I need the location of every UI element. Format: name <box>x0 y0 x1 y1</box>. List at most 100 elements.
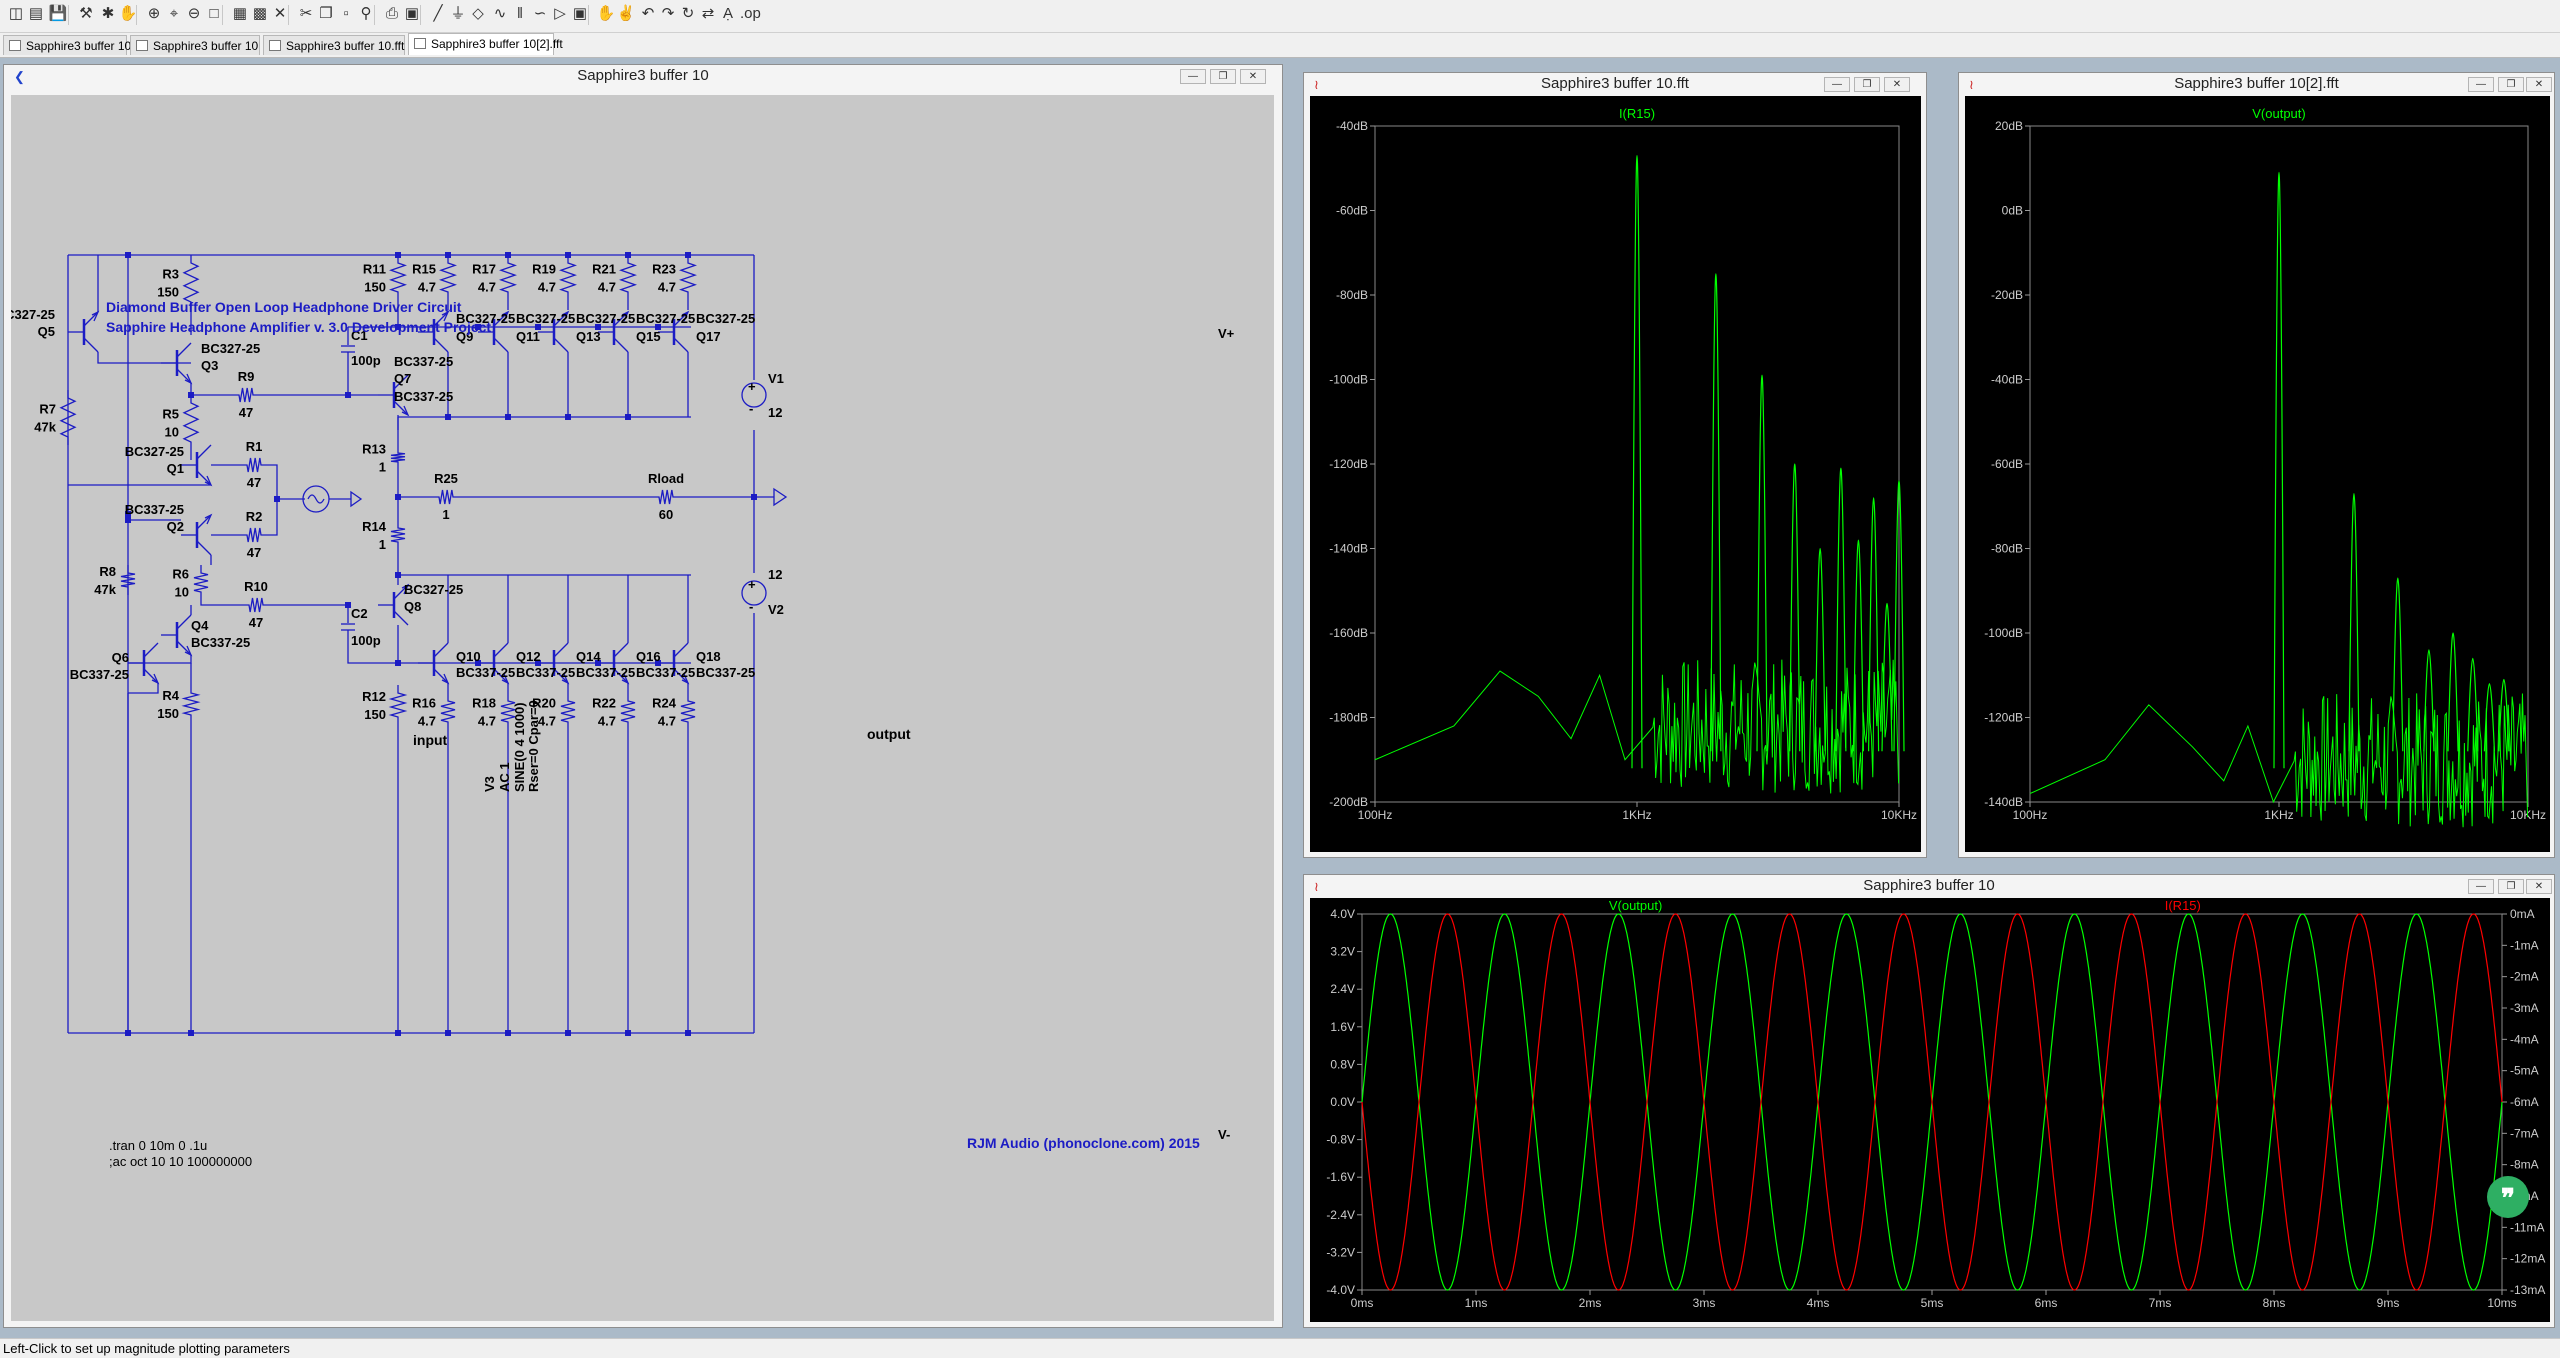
resistor-r24-name: R24 <box>652 696 677 711</box>
source-v3-sine <box>307 494 325 504</box>
transistor-q18-model: BC337-25 <box>696 665 755 680</box>
junction-dot <box>395 660 401 666</box>
transistor-q13-model: BC327-25 <box>576 311 635 326</box>
x-tick-label: 9ms <box>2377 1296 2400 1310</box>
transistor-q13-name: Q13 <box>576 329 601 344</box>
window-title: Sapphire3 buffer 10 <box>577 67 709 84</box>
transistor-q15-model: BC327-25 <box>636 311 695 326</box>
print-icon[interactable]: ⎙ <box>382 4 402 24</box>
transistor-q1-model: BC327-25 <box>125 444 184 459</box>
schematic-drawing[interactable]: +-V112+-12V2R747kR847kQ5BC327-25R3150Q3B… <box>0 95 1274 1321</box>
restore-button[interactable]: ❐ <box>1854 77 1880 92</box>
ground-icon[interactable]: ⏚ <box>448 4 468 24</box>
paste-icon[interactable]: ▫ <box>336 4 356 24</box>
copy-icon[interactable]: ❐ <box>316 4 336 24</box>
diode-icon[interactable]: ▷ <box>550 4 570 24</box>
cut-icon[interactable]: ✂ <box>296 4 316 24</box>
tab-schematic-2[interactable]: Sapphire3 buffer 10 <box>130 35 260 55</box>
cascade-icon[interactable]: ▩ <box>250 4 270 24</box>
zoom-out-icon[interactable]: ⊖ <box>184 4 204 24</box>
restore-button[interactable]: ❐ <box>2498 77 2524 92</box>
wire-icon[interactable]: ╱ <box>428 4 448 24</box>
component-icon[interactable]: ▣ <box>570 4 590 24</box>
save-icon[interactable]: 💾 <box>48 4 68 24</box>
y-tick-label: -80dB <box>1336 288 1368 302</box>
supply-v2-minus: - <box>749 599 753 614</box>
supply-v2-plus: + <box>748 577 756 592</box>
resistor-r24 <box>680 693 696 730</box>
minimize-button[interactable]: — <box>1824 77 1850 92</box>
resistor-r19-value: 4.7 <box>538 280 556 295</box>
schematic-window[interactable]: ❮ Sapphire3 buffer 10 — ❐ ✕ + - V1 12 + -12 V2… <box>0 64 1283 1328</box>
redo-icon[interactable]: ↷ <box>658 4 678 24</box>
resistor-r18-name: R18 <box>472 696 496 711</box>
spice-directive-icon[interactable]: .op <box>740 4 761 24</box>
junction-dot <box>395 572 401 578</box>
label-icon[interactable]: ◇ <box>468 4 488 24</box>
resistor-r20 <box>560 693 576 730</box>
fft-plot-1[interactable]: -40dB -60dB -80dB -100dB -120dB -140dB -160dB -… <box>1310 96 1921 852</box>
fft-plot-2[interactable]: 20dB 0dB -20dB -40dB -60dB -80dB -100dB -120dB -… <box>1965 96 2550 852</box>
capacitor-icon[interactable]: ‖ <box>510 4 530 24</box>
transient-window[interactable]: ≀ Sapphire3 buffer 10 — ❐ ✕ 4.0V 3.2V 2.4V… <box>1303 874 2555 1328</box>
close-window-icon[interactable]: ✕ <box>270 4 290 24</box>
zoom-fit-icon[interactable]: □ <box>204 4 224 24</box>
resistor-r14 <box>390 520 406 550</box>
text-icon[interactable]: Ạ <box>718 4 738 24</box>
minimize-button[interactable]: — <box>2468 879 2494 894</box>
fft-window-1[interactable]: ≀ Sapphire3 buffer 10.fft — ❐ ✕ -40dB -60… <box>1303 72 1927 858</box>
new-schematic-icon[interactable]: ◫ <box>6 4 26 24</box>
tab-schematic-1[interactable]: Sapphire3 buffer 10 <box>3 35 131 55</box>
x-tick-label: 1ms <box>1465 1296 1488 1310</box>
resistor-r25 <box>431 489 461 505</box>
find-icon[interactable]: ⚲ <box>356 4 376 24</box>
resistor-icon[interactable]: ∿ <box>490 4 510 24</box>
zoom-in-icon[interactable]: ⊕ <box>144 4 164 24</box>
transistor-lead-q1 <box>196 470 212 486</box>
resistor-r9-name: R9 <box>238 369 255 384</box>
supply-v1-plus: + <box>748 379 756 394</box>
halt-icon[interactable]: ✋ <box>118 4 138 24</box>
close-button[interactable]: ✕ <box>2526 77 2552 92</box>
mirror-icon[interactable]: ⇄ <box>698 4 718 24</box>
print-preview-icon[interactable]: ▣ <box>402 4 422 24</box>
schematic-canvas[interactable]: +-V112+-12V2R747kR847kQ5BC327-25R3150Q3B… <box>0 95 1274 1321</box>
chat-bubble-button[interactable]: ❞ <box>2487 1176 2529 1218</box>
transient-chart[interactable]: 4.0V 3.2V 2.4V 1.6V 0.8V 0.0V -0.8V -1.6V -2.4V -… <box>1310 898 2550 1322</box>
control-panel-icon[interactable]: ⚒ <box>76 4 96 24</box>
junction-dot <box>125 517 131 523</box>
minimize-button[interactable]: — <box>1180 69 1206 84</box>
fft-window-2[interactable]: ≀ Sapphire3 buffer 10[2].fft — ❐ ✕ 20dB 0… <box>1958 72 2555 858</box>
y-left-tick-label: -2.4V <box>1326 1208 1355 1222</box>
fft-chart-2[interactable]: 20dB 0dB -20dB -40dB -60dB -80dB -100dB -120dB -… <box>1965 96 2550 852</box>
undo-icon[interactable]: ↶ <box>638 4 658 24</box>
y-right-tick-label: -7mA <box>2510 1126 2539 1140</box>
x-tick-label: 5ms <box>1921 1296 1944 1310</box>
restore-button[interactable]: ❐ <box>2498 879 2524 894</box>
tile-icon[interactable]: ▦ <box>230 4 250 24</box>
transistor-q7-name: Q7 <box>394 371 411 386</box>
inductor-icon[interactable]: ∽ <box>530 4 550 24</box>
plot-frame <box>2029 125 2529 803</box>
fft-chart-1[interactable]: -40dB -60dB -80dB -100dB -120dB -140dB -160dB -… <box>1310 96 1921 852</box>
transient-plot[interactable]: 4.0V 3.2V 2.4V 1.6V 0.8V 0.0V -0.8V -1.6V -2.4V -… <box>1310 898 2550 1322</box>
zoom-pan-icon[interactable]: ⌖ <box>164 4 184 24</box>
rotate-icon[interactable]: ↻ <box>678 4 698 24</box>
junction-dot <box>125 252 131 258</box>
restore-button[interactable]: ❐ <box>1210 69 1236 84</box>
run-icon[interactable]: ✱ <box>98 4 118 24</box>
tab-fft-2[interactable]: Sapphire3 buffer 10[2].fft <box>408 33 563 55</box>
close-button[interactable]: ✕ <box>1240 69 1266 84</box>
close-button[interactable]: ✕ <box>1884 77 1910 92</box>
y-right-tick-label: -3mA <box>2510 1001 2539 1015</box>
y-left-tick-label: 0.0V <box>1330 1095 1355 1109</box>
minimize-button[interactable]: — <box>2468 77 2494 92</box>
transistor-lead-q11 <box>493 337 509 353</box>
resistor-r10-name: R10 <box>244 579 268 594</box>
move-icon[interactable]: ✋ <box>596 4 616 24</box>
drag-icon[interactable]: ✌ <box>616 4 636 24</box>
tab-fft-1[interactable]: Sapphire3 buffer 10.fft <box>263 35 405 55</box>
transistor-q4-name: Q4 <box>191 618 209 633</box>
open-icon[interactable]: ▤ <box>26 4 46 24</box>
close-button[interactable]: ✕ <box>2526 879 2552 894</box>
